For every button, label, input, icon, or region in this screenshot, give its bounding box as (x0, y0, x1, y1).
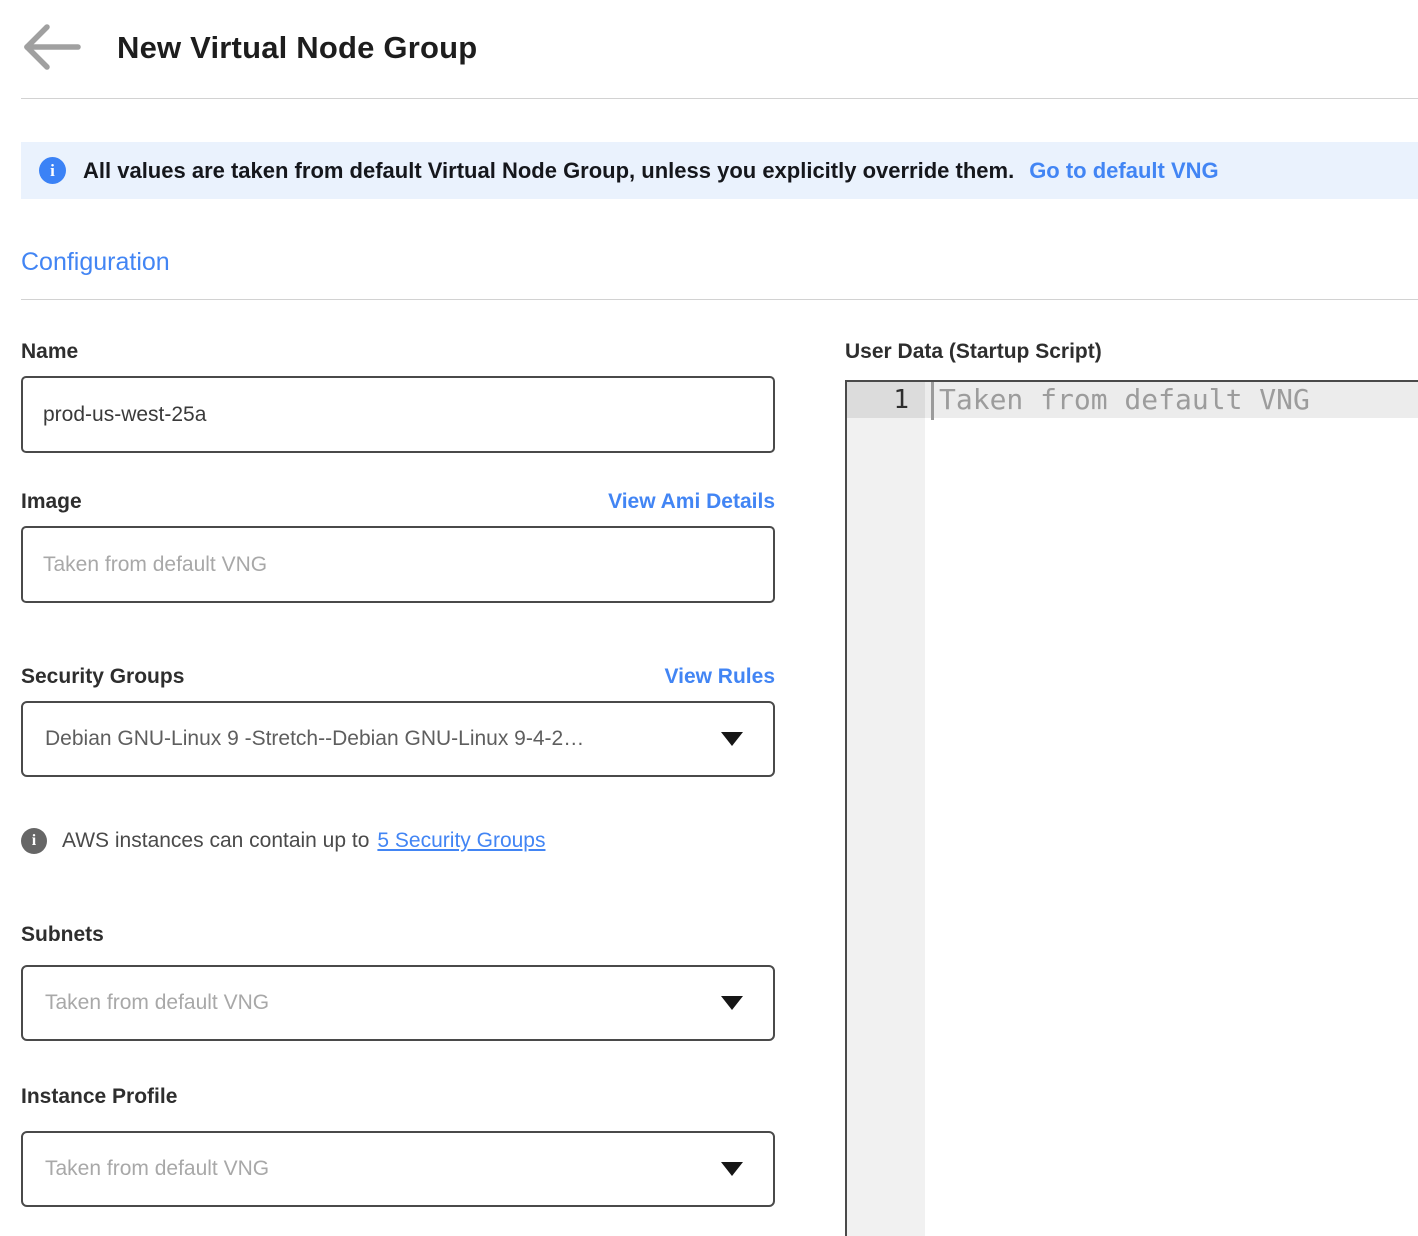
section-title-configuration: Configuration (21, 247, 1418, 277)
banner-text: All values are taken from default Virtua… (83, 158, 1014, 184)
security-groups-label: Security Groups (21, 663, 184, 691)
view-rules-link[interactable]: View Rules (665, 663, 776, 691)
user-data-editor[interactable]: 1 Taken from default VNG (845, 380, 1418, 1236)
editor-placeholder: Taken from default VNG (939, 382, 1310, 418)
name-input[interactable] (21, 376, 775, 453)
page-header: New Virtual Node Group (0, 0, 1418, 72)
text-cursor (931, 382, 934, 420)
subnets-placeholder: Taken from default VNG (45, 991, 709, 1015)
header-divider (21, 98, 1418, 99)
form-body: Name Image View Ami Details Security Gro… (0, 338, 1418, 1236)
security-groups-selected-value: Debian GNU-Linux 9 -Stretch--Debian GNU-… (45, 727, 709, 751)
subnets-select[interactable]: Taken from default VNG (21, 965, 775, 1041)
user-data-section: User Data (Startup Script) 1 Taken from … (845, 338, 1418, 1236)
security-groups-note: i AWS instances can contain up to 5 Secu… (21, 827, 775, 855)
chevron-down-icon (721, 996, 743, 1010)
configuration-form: Name Image View Ami Details Security Gro… (21, 338, 775, 1236)
user-data-label: User Data (Startup Script) (845, 338, 1418, 366)
instance-profile-select[interactable]: Taken from default VNG (21, 1131, 775, 1207)
image-field-header: Image View Ami Details (21, 488, 775, 516)
info-icon: i (21, 828, 47, 854)
back-arrow-icon (23, 24, 81, 73)
instance-profile-placeholder: Taken from default VNG (45, 1157, 709, 1181)
line-number: 1 (847, 382, 909, 418)
instance-profile-field-header: Instance Profile (21, 1083, 775, 1111)
go-to-default-vng-link[interactable]: Go to default VNG (1029, 158, 1218, 184)
note-text: AWS instances can contain up to (62, 827, 369, 855)
image-label: Image (21, 488, 82, 516)
instance-profile-field: Instance Profile Taken from default VNG (21, 1083, 775, 1207)
name-label: Name (21, 338, 78, 366)
page-title: New Virtual Node Group (117, 30, 477, 66)
instance-profile-label: Instance Profile (21, 1083, 177, 1111)
security-groups-field-header: Security Groups View Rules (21, 663, 775, 691)
image-input[interactable] (21, 526, 775, 603)
back-button[interactable] (23, 24, 81, 72)
name-field-header: Name (21, 338, 775, 366)
chevron-down-icon (721, 1162, 743, 1176)
security-groups-select[interactable]: Debian GNU-Linux 9 -Stretch--Debian GNU-… (21, 701, 775, 777)
view-ami-details-link[interactable]: View Ami Details (608, 488, 775, 516)
subnets-field: Subnets Taken from default VNG (21, 921, 775, 1041)
subnets-field-header: Subnets (21, 921, 775, 949)
info-icon: i (39, 157, 66, 184)
subnets-label: Subnets (21, 921, 104, 949)
chevron-down-icon (721, 732, 743, 746)
section-divider (21, 299, 1418, 300)
editor-gutter (847, 382, 925, 1236)
info-banner: i All values are taken from default Virt… (21, 142, 1418, 199)
security-groups-limit-link[interactable]: 5 Security Groups (377, 827, 545, 855)
